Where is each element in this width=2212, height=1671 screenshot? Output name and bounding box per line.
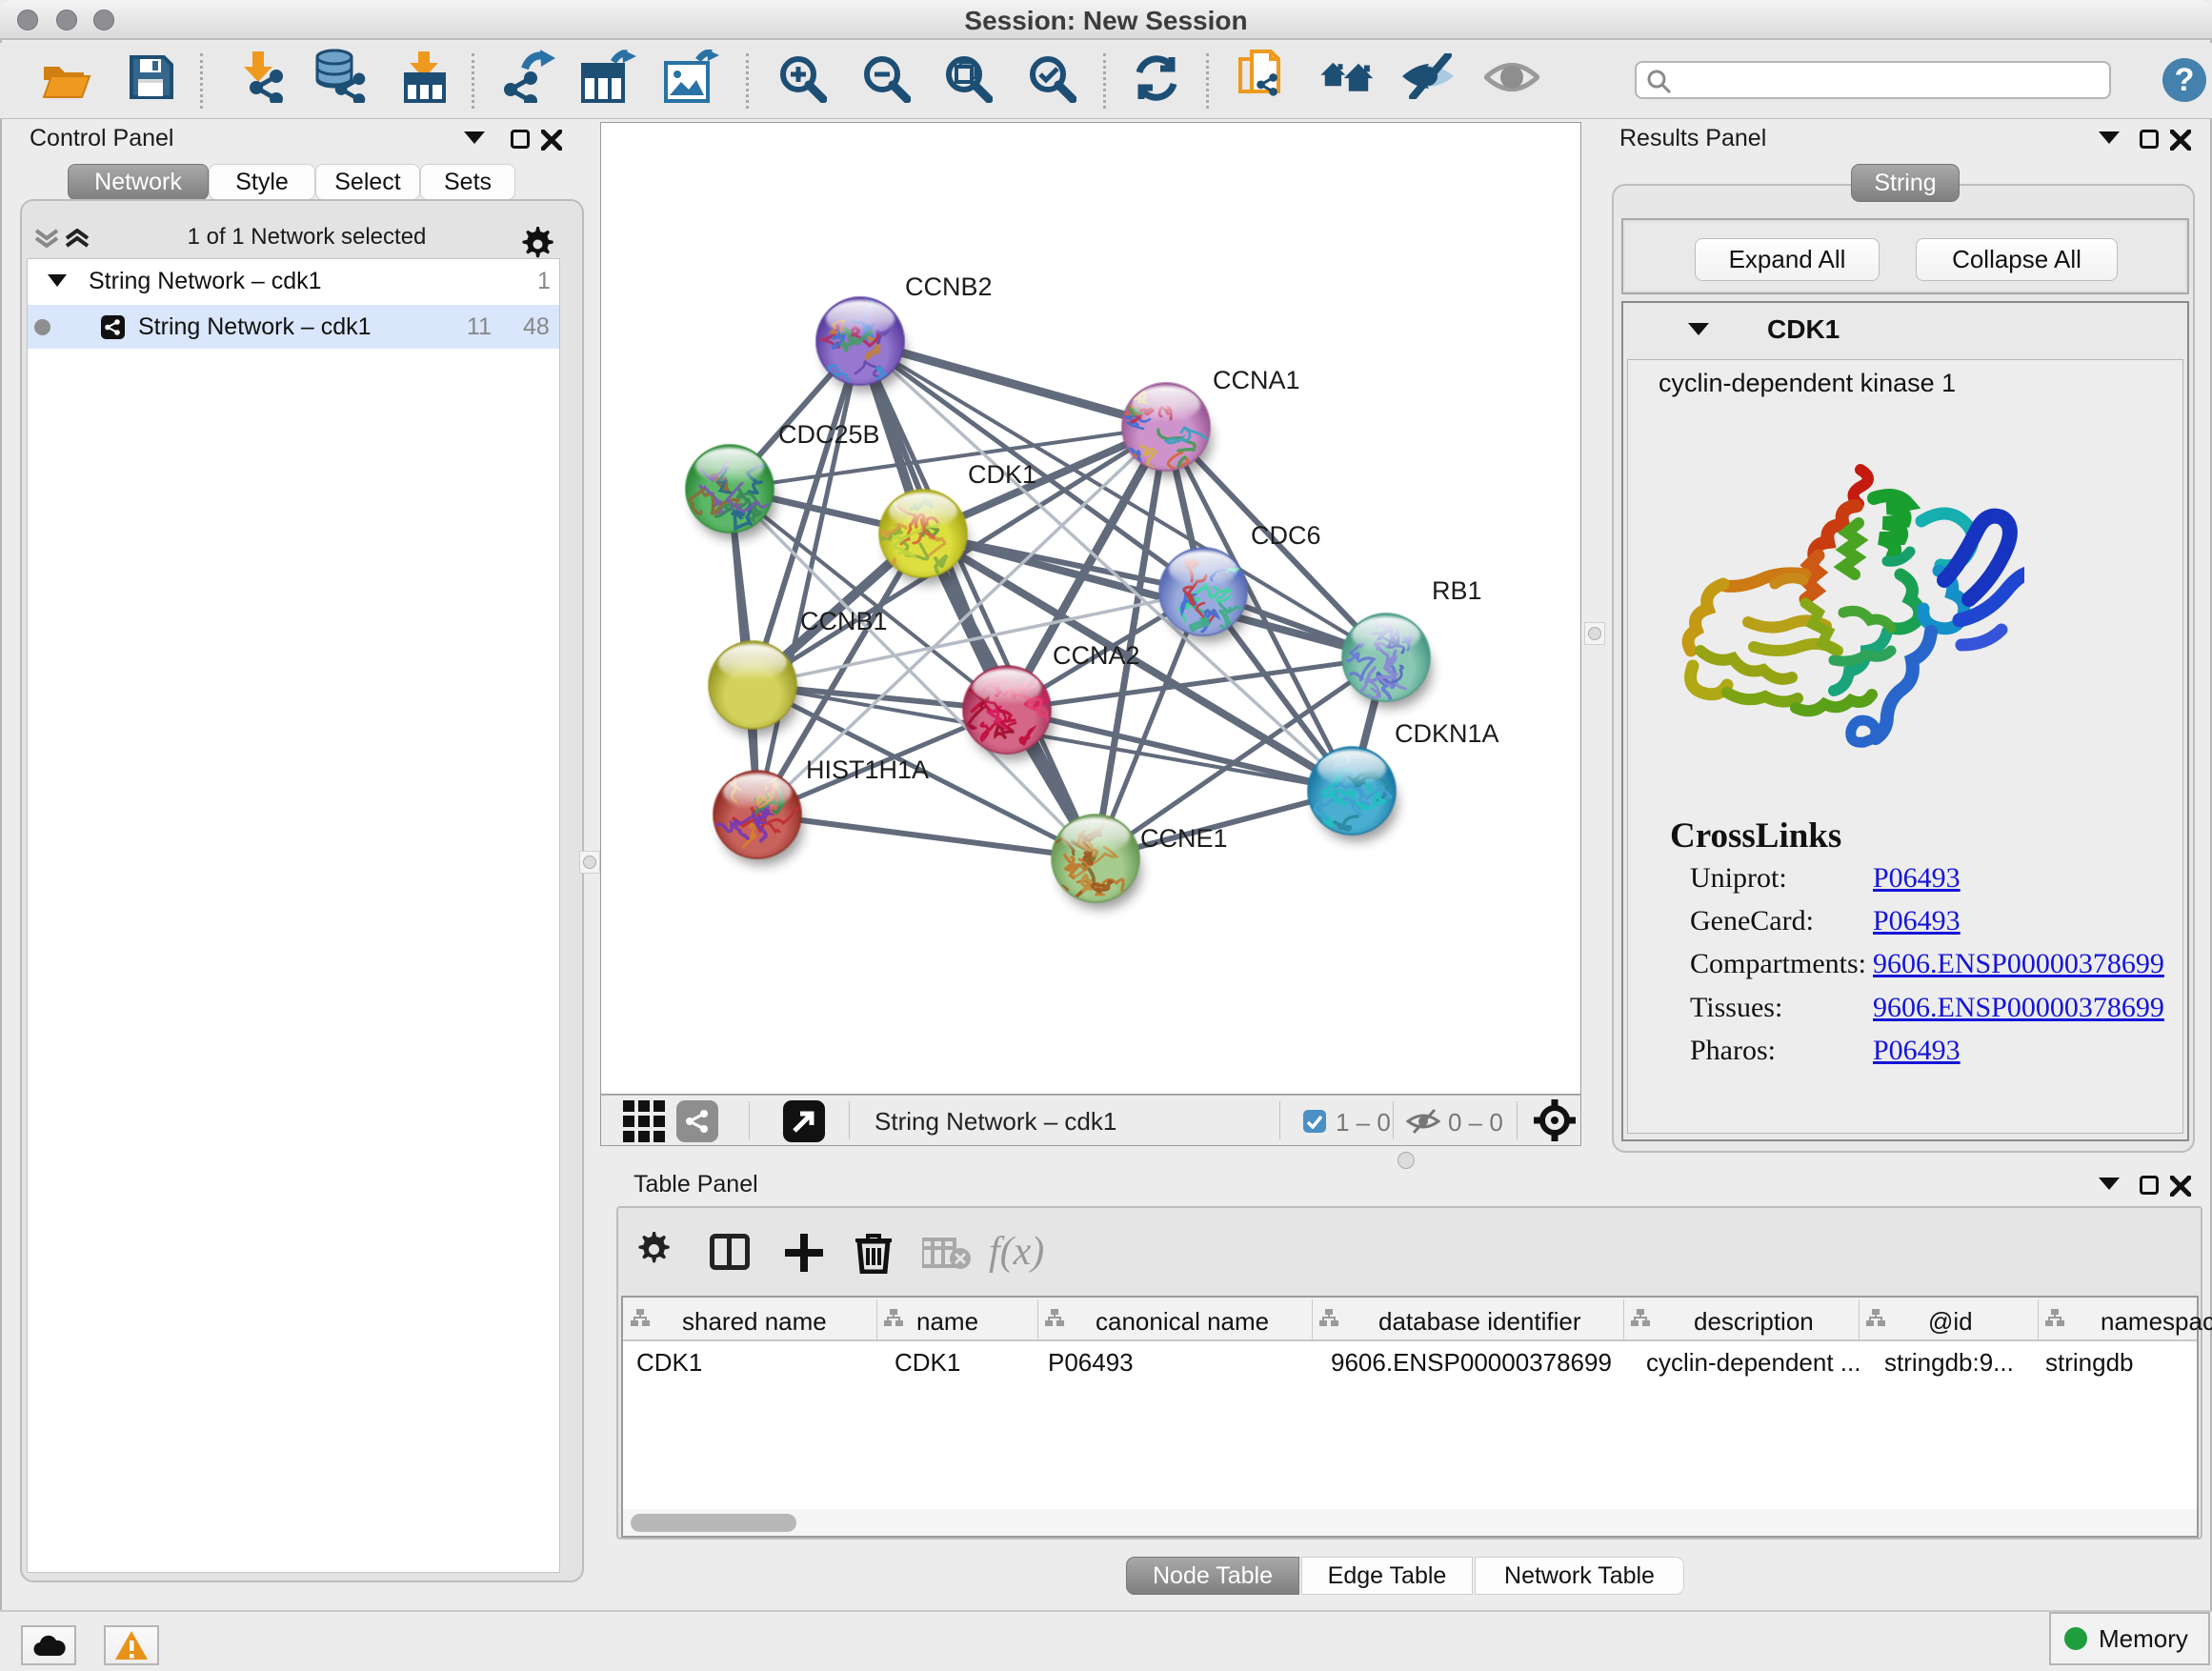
- svg-text:CCNB2: CCNB2: [905, 272, 993, 301]
- svg-text:CDC6: CDC6: [1251, 521, 1321, 550]
- svg-text:CCNB1: CCNB1: [800, 607, 888, 635]
- svg-text:CCNE1: CCNE1: [1140, 824, 1228, 853]
- svg-text:HIST1H1A: HIST1H1A: [806, 755, 929, 784]
- svg-text:CCNA2: CCNA2: [1053, 641, 1140, 670]
- svg-text:CDKN1A: CDKN1A: [1395, 719, 1499, 748]
- svg-text:CDC25B: CDC25B: [778, 420, 880, 449]
- svg-text:RB1: RB1: [1432, 576, 1482, 605]
- svg-text:CCNA1: CCNA1: [1213, 366, 1300, 394]
- svg-text:CDK1: CDK1: [968, 460, 1036, 489]
